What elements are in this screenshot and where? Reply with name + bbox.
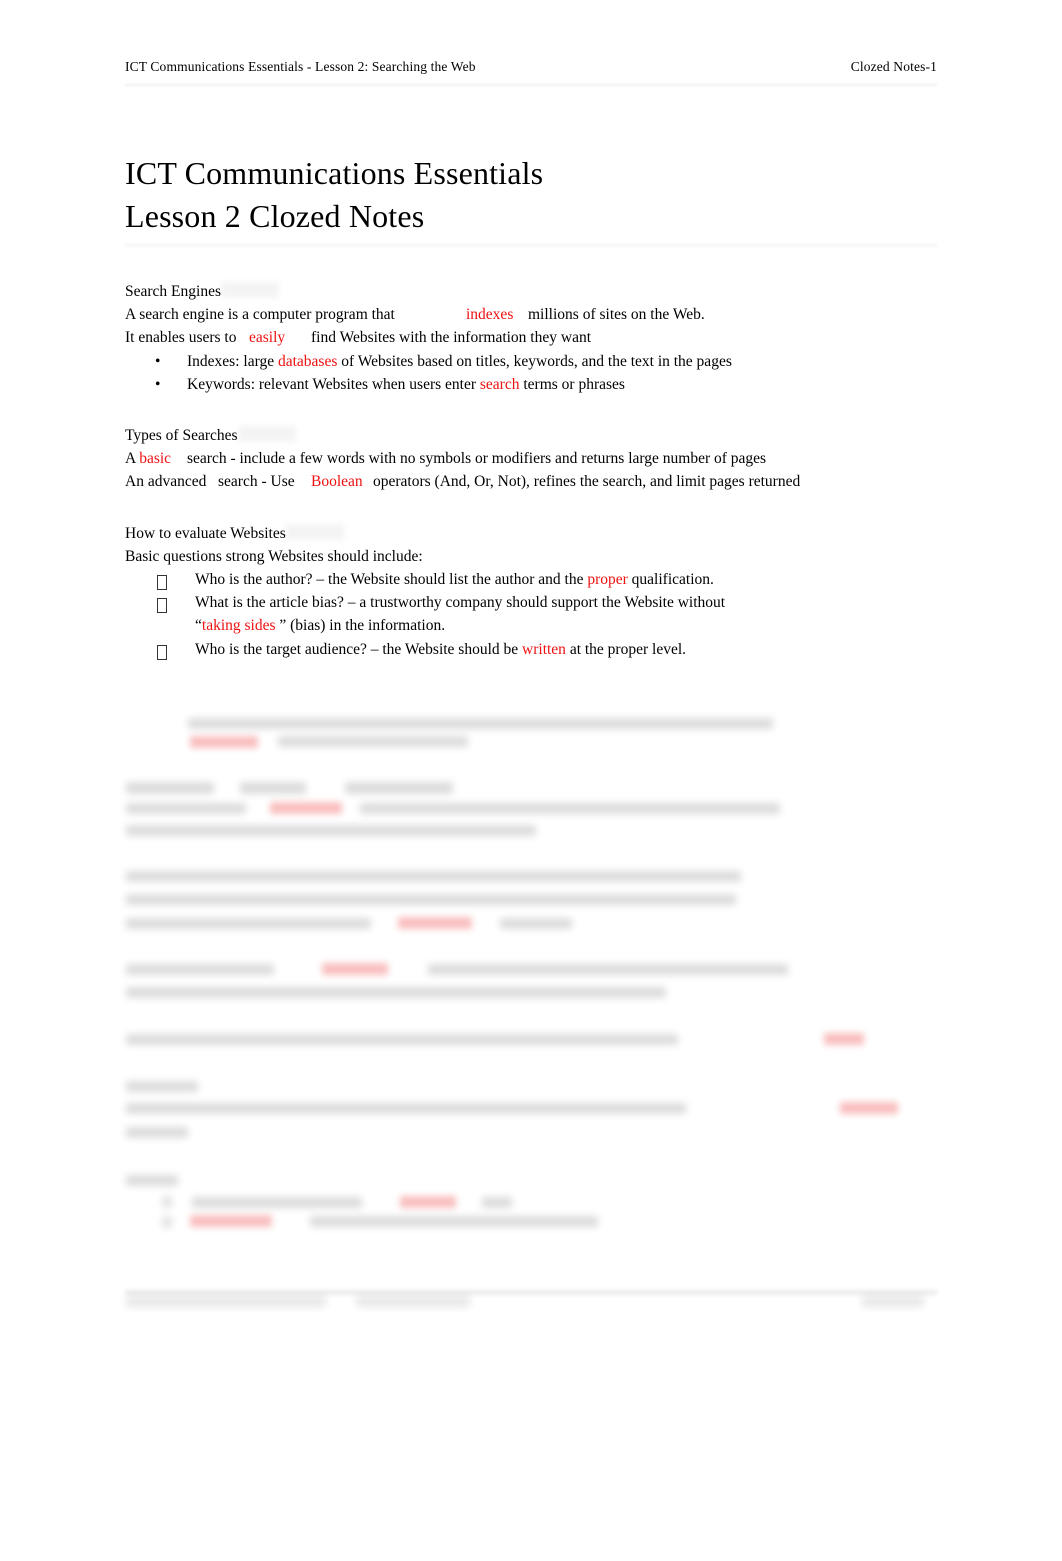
text-segment: Who is the author? – the Website should … [195, 571, 584, 589]
text-segment: ” (bias) in the information. [279, 617, 446, 635]
search-engines-paragraph-1: A search engine is a computer program th… [125, 303, 945, 326]
list-item: Who is the target audience? – the Websit… [125, 638, 945, 661]
page-title-line-2: Lesson 2 Clozed Notes [125, 198, 425, 234]
header-right-page-label: Clozed Notes-1 [850, 59, 937, 74]
text-segment: millions of sites on the Web. [528, 306, 705, 324]
section-heading-wrap: Search Engines [125, 280, 945, 303]
text-word-advanced: advanced [147, 473, 207, 491]
section-search-engines: Search Engines A search engine is a comp… [125, 280, 945, 396]
text-segment: Indexes: large [187, 352, 275, 370]
blank-answer-boolean: Boolean [311, 473, 363, 491]
section-types-of-searches: Types of Searches A basic search - inclu… [125, 424, 945, 494]
section-heading-evaluate-websites: How to evaluate Websites [125, 522, 286, 545]
bullet-missing-glyph-icon [157, 595, 167, 618]
header-divider-rule [125, 84, 937, 87]
types-of-searches-paragraph-2: An advanced search - Use Boolean operato… [125, 470, 945, 493]
text-segment: at the proper level. [569, 640, 687, 658]
section-heading-search-engines: Search Engines [125, 280, 221, 303]
section-heading-types-of-searches: Types of Searches [125, 424, 238, 447]
document-page: ICT Communications Essentials - Lesson 2… [0, 0, 1062, 1561]
text-segment: An [125, 473, 144, 491]
text-segment: qualification. [631, 571, 714, 589]
bullet-dot-icon: • [155, 375, 161, 393]
footer-divider-rule [125, 1290, 937, 1295]
text-segment: It enables users to [125, 329, 237, 347]
search-engines-paragraph-2: It enables users to easily find Websites… [125, 326, 945, 349]
text-segment: find Websites with the information they … [311, 329, 591, 347]
text-segment: A [125, 450, 136, 468]
page-title: ICT Communications Essentials Lesson 2 C… [125, 152, 937, 238]
blank-answer-proper: proper [587, 571, 628, 589]
text-segment: terms or phrases [523, 375, 625, 393]
bullet-dot-icon: • [155, 352, 161, 370]
list-item: • Indexes: large databases of Websites ba… [125, 350, 945, 373]
header-left-text: ICT Communications Essentials - Lesson 2… [125, 59, 476, 74]
list-item: What is the article bias? – a trustworth… [125, 591, 945, 637]
page-title-line-1: ICT Communications Essentials [125, 155, 544, 191]
document-body: Search Engines A search engine is a comp… [125, 280, 945, 661]
text-segment: of Websites based on titles, keywords, a… [341, 352, 732, 370]
blank-answer-basic: basic [139, 450, 172, 468]
text-segment: A search engine is a computer program th… [125, 306, 395, 324]
blank-answer-easily: easily [249, 329, 286, 347]
title-divider-rule [125, 244, 937, 248]
text-segment: search - include a few words with no sym… [187, 450, 767, 468]
text-segment: operators (And, Or, Not), refines the se… [373, 473, 801, 491]
blank-answer-databases: databases [277, 352, 338, 370]
evaluate-websites-lead-in: Basic questions strong Websites should i… [125, 547, 423, 565]
list-item: Who is the author? – the Website should … [125, 568, 945, 591]
text-segment: search - Use [218, 473, 295, 491]
bullet-missing-glyph-icon [157, 642, 167, 665]
quote-open-mark: “ [195, 617, 202, 635]
blank-answer-taking-sides: taking sides [201, 617, 276, 635]
evaluate-websites-bullet-list: Who is the author? – the Website should … [125, 568, 945, 661]
text-segment: Who is the target audience? – the Websit… [195, 640, 519, 658]
blank-answer-written: written [522, 640, 566, 658]
section-evaluate-websites: How to evaluate Websites Basic questions… [125, 522, 945, 661]
section-heading-wrap: Types of Searches [125, 424, 945, 447]
types-of-searches-paragraph-1: A basic search - include a few words wit… [125, 447, 945, 470]
text-segment: Keywords: relevant Websites when users e… [187, 375, 477, 393]
section-heading-wrap: How to evaluate Websites [125, 522, 945, 545]
blank-answer-search: search [479, 375, 520, 393]
search-engines-bullet-list: • Indexes: large databases of Websites ba… [125, 350, 945, 396]
text-segment: What is the article bias? – a trustworth… [195, 594, 726, 612]
list-item: • Keywords: relevant Websites when users … [125, 373, 945, 396]
blank-answer-indexes: indexes [466, 306, 514, 324]
document-running-header: ICT Communications Essentials - Lesson 2… [125, 58, 937, 76]
